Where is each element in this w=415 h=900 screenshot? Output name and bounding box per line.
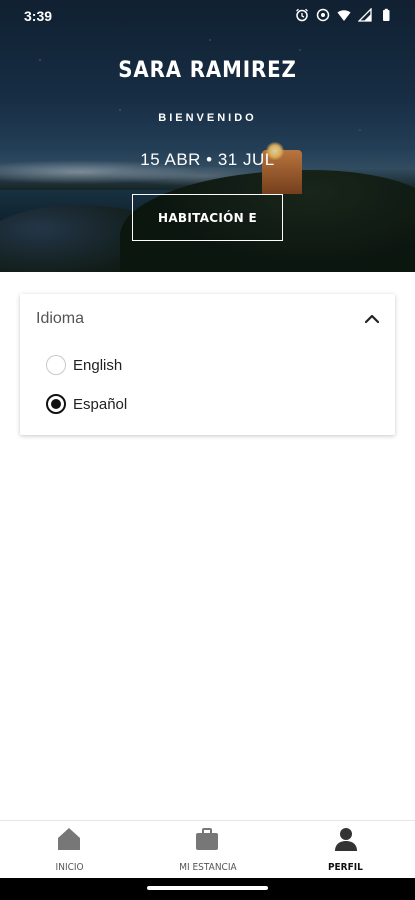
suitcase-icon <box>195 827 219 856</box>
nav-label: PERFIL <box>328 861 364 873</box>
person-icon <box>334 827 358 856</box>
hero-header: 3:39 SARA RAMIREZ BIENVENIDO 15 ABR • 31… <box>0 0 415 272</box>
language-option-english[interactable]: English <box>46 350 122 380</box>
radio-english[interactable] <box>46 355 66 375</box>
wifi-icon <box>337 8 351 22</box>
guest-name: SARA RAMIREZ <box>118 58 297 83</box>
language-option-espanol[interactable]: Español <box>46 389 127 419</box>
welcome-label: BIENVENIDO <box>158 112 257 124</box>
radio-espanol[interactable] <box>46 394 66 414</box>
bottom-nav: INICIO MI ESTANCIA PERFIL <box>0 820 415 878</box>
home-gesture-handle[interactable] <box>147 886 268 890</box>
alarm-icon <box>295 8 309 22</box>
chevron-up-icon[interactable] <box>363 310 381 328</box>
language-card-header[interactable]: Idioma <box>20 294 395 344</box>
battery-icon <box>379 8 393 22</box>
room-button[interactable]: HABITACIÓN E <box>132 194 283 241</box>
language-card: Idioma English Español <box>20 294 395 435</box>
status-bar: 3:39 <box>0 0 415 32</box>
signal-icon <box>357 7 372 22</box>
nav-label: MI ESTANCIA <box>178 861 237 873</box>
vpn-icon <box>316 8 330 22</box>
status-icons <box>295 7 393 22</box>
nav-item-perfil[interactable]: PERFIL <box>277 821 415 878</box>
nav-item-mi-estancia[interactable]: MI ESTANCIA <box>138 821 276 878</box>
language-card-title: Idioma <box>36 310 85 327</box>
stay-dates: 15 ABR • 31 JUL <box>140 150 275 169</box>
nav-label: INICIO <box>55 861 84 873</box>
gesture-bar <box>0 878 415 900</box>
nav-item-inicio[interactable]: INICIO <box>0 821 138 878</box>
status-time: 3:39 <box>24 8 53 24</box>
language-option-label: English <box>73 356 123 374</box>
language-option-label: Español <box>73 395 128 413</box>
home-icon <box>57 827 81 856</box>
